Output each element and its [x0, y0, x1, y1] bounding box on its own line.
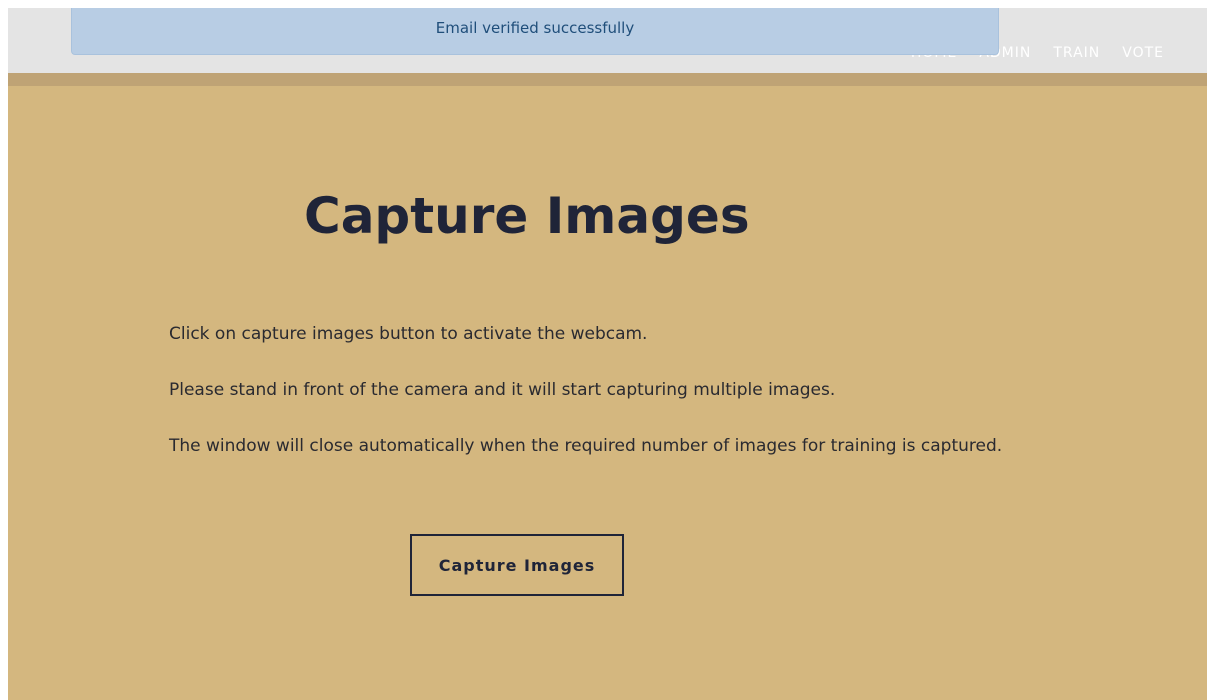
- nav-link-vote[interactable]: VOTE: [1122, 45, 1164, 61]
- capture-images-button[interactable]: Capture Images: [410, 534, 624, 596]
- instruction-text: The window will close automatically when…: [169, 436, 1003, 456]
- header-divider: [8, 73, 1207, 86]
- instruction-text: Click on capture images button to activa…: [169, 324, 648, 344]
- page-title: Capture Images: [304, 187, 750, 245]
- alert-message: Email verified successfully: [435, 19, 635, 37]
- nav-link-train[interactable]: TRAIN: [1053, 45, 1100, 61]
- main-content: Capture Images Click on capture images b…: [8, 86, 1207, 700]
- success-alert: Email verified successfully: [71, 8, 999, 55]
- instruction-text: Please stand in front of the camera and …: [169, 380, 836, 400]
- page: HOME ADMIN TRAIN VOTE Email verified suc…: [0, 0, 1207, 700]
